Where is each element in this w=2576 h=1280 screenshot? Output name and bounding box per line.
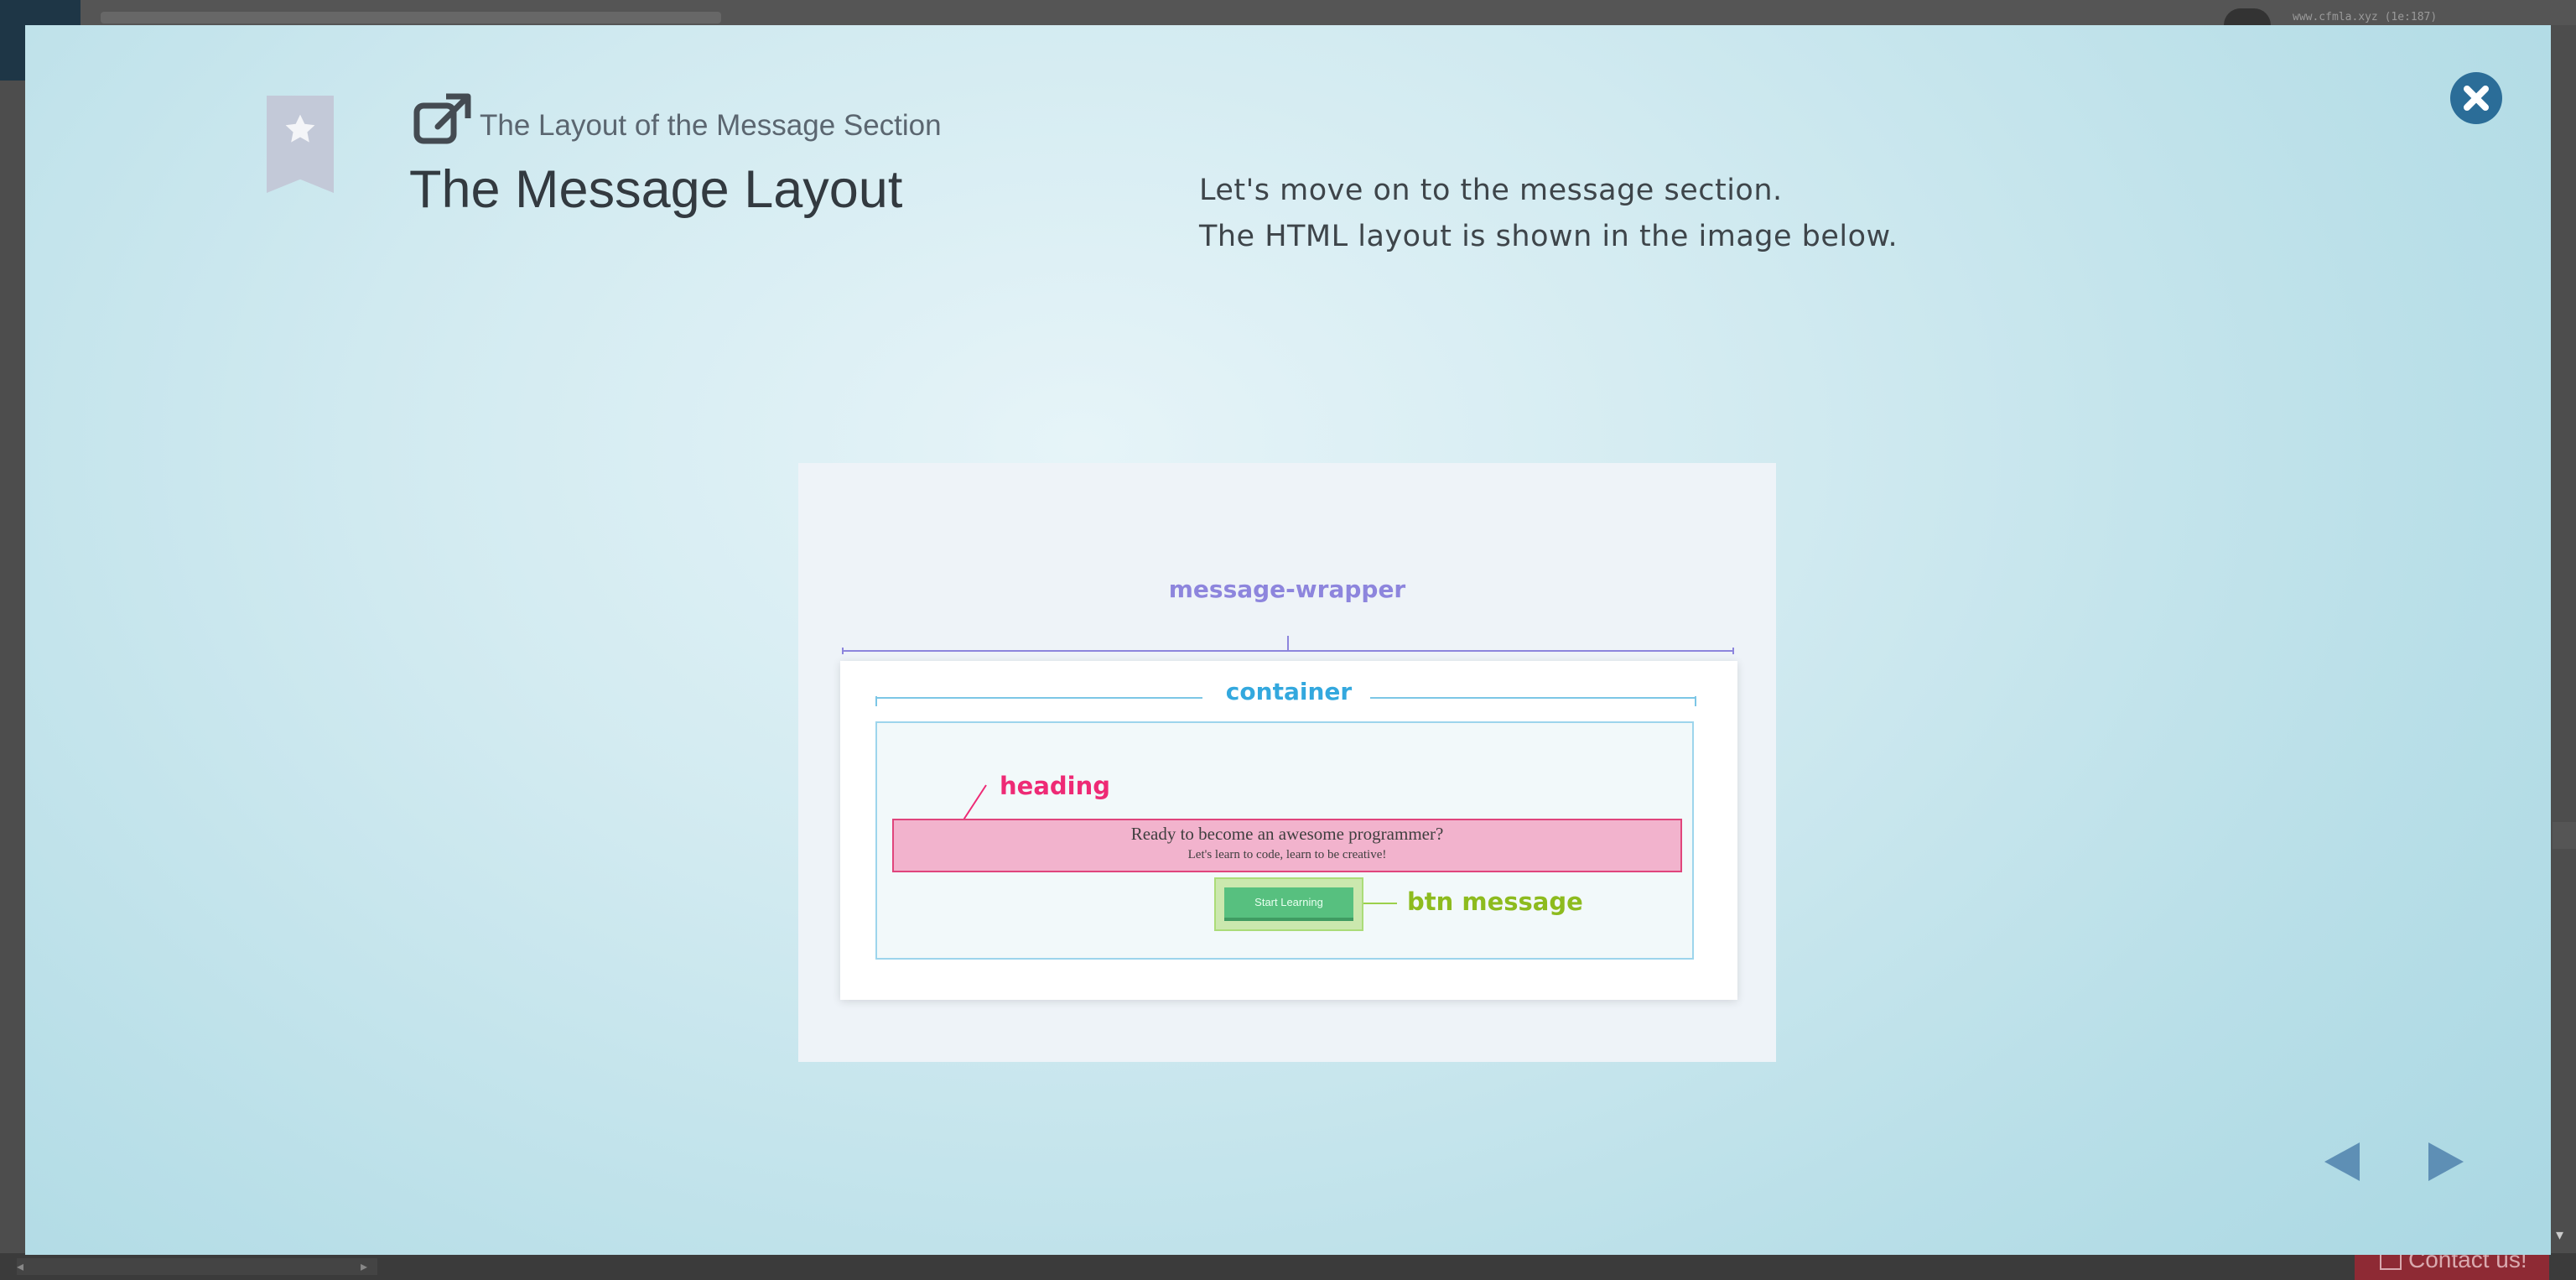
heading-text: Ready to become an awesome programmer?	[1130, 824, 1444, 844]
description-line: Let's move on to the message section.	[1199, 174, 1783, 207]
background-bottom-bar	[0, 1253, 2576, 1280]
star-icon	[285, 114, 315, 143]
next-slide-button[interactable]	[2427, 1141, 2465, 1183]
scroll-down-arrow-icon[interactable]: ▾	[2556, 1226, 2563, 1244]
background-user-avatar	[2224, 8, 2271, 25]
lesson-modal: The Layout of the Message Section The Me…	[25, 25, 2551, 1255]
btn-message-connector	[1363, 903, 1397, 904]
background-vertical-scrollbar-thumb[interactable]	[2553, 822, 2576, 849]
heading-subtext: Let's learn to code, learn to be creativ…	[1187, 848, 1387, 861]
close-button[interactable]	[2450, 72, 2502, 124]
mail-icon	[2380, 1252, 2402, 1270]
external-link-icon[interactable]	[413, 92, 473, 146]
triangle-right-icon	[2428, 1142, 2464, 1181]
bookmark-ribbon[interactable]	[267, 96, 334, 193]
container-label: container	[1225, 678, 1353, 705]
btn-message-label: btn message	[1407, 887, 1583, 916]
message-wrapper-label: message-wrapper	[1168, 575, 1406, 603]
background-url-text: www.cfmla.xyz (1e:187)	[2293, 11, 2438, 23]
previous-slide-button[interactable]	[2323, 1141, 2361, 1183]
section-subtitle: The Layout of the Message Section	[480, 109, 942, 142]
scroll-right-arrow-icon[interactable]: ▸	[361, 1258, 367, 1275]
triangle-left-icon	[2324, 1142, 2360, 1181]
message-wrapper-box: container heading Ready to become an awe…	[840, 661, 1737, 1000]
description-line: The HTML layout is shown in the image be…	[1199, 220, 1898, 253]
heading-box: Ready to become an awesome programmer? L…	[892, 819, 1682, 872]
message-wrapper-bracket	[842, 636, 1734, 654]
close-icon	[2464, 86, 2489, 111]
btn-message-box: Start Learning	[1214, 877, 1363, 931]
lesson-description: Let's move on to the message section. Th…	[1199, 168, 1898, 260]
container-box: heading Ready to become an awesome progr…	[875, 721, 1694, 960]
background-horizontal-scrollbar[interactable]: ◂ ▸	[17, 1258, 377, 1275]
scroll-left-arrow-icon[interactable]: ◂	[17, 1258, 23, 1275]
layout-diagram-image: message-wrapper container heading Ready …	[798, 463, 1776, 1062]
background-search-bar	[101, 12, 721, 23]
start-learning-button-preview: Start Learning	[1224, 887, 1353, 921]
page-title: The Message Layout	[409, 160, 903, 219]
heading-label: heading	[1000, 772, 1110, 800]
